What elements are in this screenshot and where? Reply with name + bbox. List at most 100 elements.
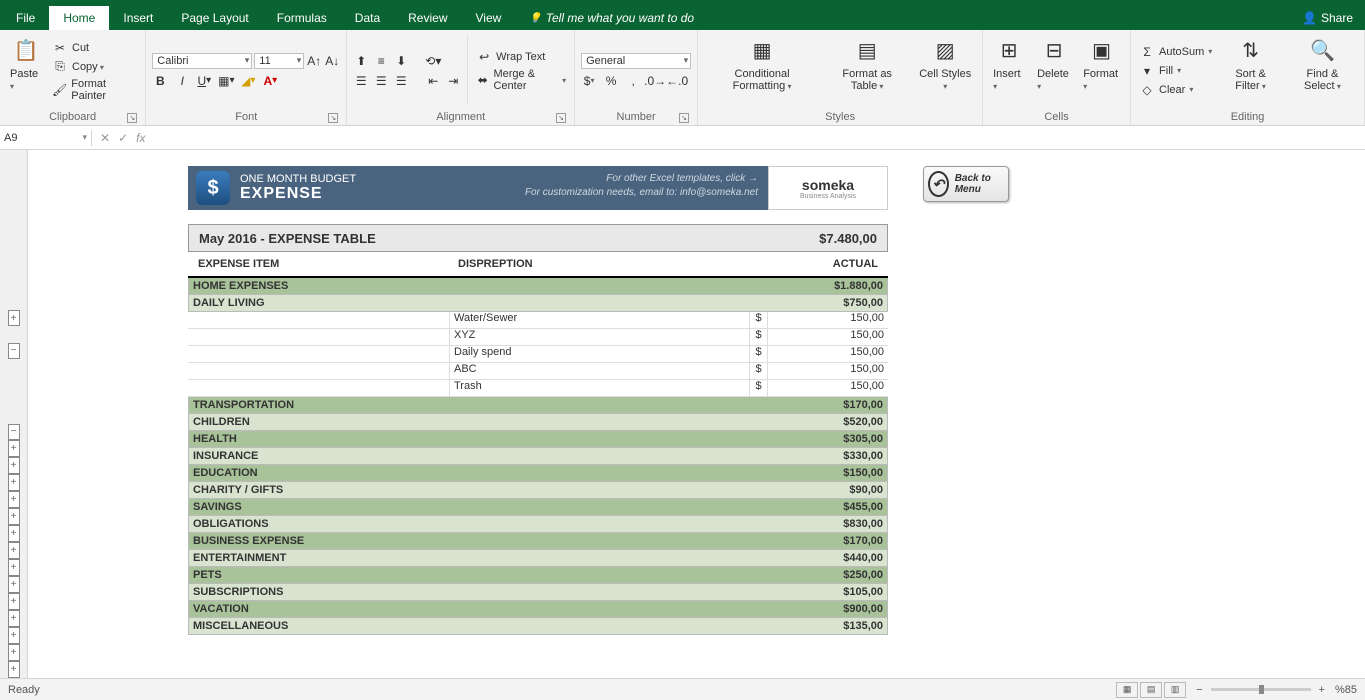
insert-cells-button[interactable]: ⊞Insert: [989, 32, 1029, 109]
normal-view-button[interactable]: ▦: [1116, 682, 1138, 698]
cut-button[interactable]: ✂Cut: [50, 39, 139, 57]
number-dialog-launcher[interactable]: ↘: [679, 113, 689, 123]
align-bottom-icon[interactable]: ⬇: [393, 53, 409, 69]
outline-expand-button[interactable]: +: [8, 576, 20, 593]
outline-expand-button[interactable]: +: [8, 661, 20, 678]
format-cells-button[interactable]: ▣Format: [1079, 32, 1124, 109]
category-row[interactable]: MISCELLANEOUS$135,00: [188, 618, 888, 635]
back-to-menu-button[interactable]: ↶ Back to Menu: [923, 166, 1009, 202]
sort-filter-button[interactable]: ⇅Sort & Filter: [1218, 32, 1283, 109]
copy-button[interactable]: ⎘Copy: [50, 58, 139, 76]
paste-button[interactable]: 📋Paste: [6, 32, 46, 109]
fill-button[interactable]: ▾Fill: [1137, 62, 1214, 80]
outline-expand-button[interactable]: +: [8, 474, 20, 491]
find-select-button[interactable]: 🔍Find & Select: [1287, 32, 1358, 109]
category-row[interactable]: PETS$250,00: [188, 567, 888, 584]
clipboard-dialog-launcher[interactable]: ↘: [127, 113, 137, 123]
clear-button[interactable]: ◇Clear: [1137, 81, 1214, 99]
category-row[interactable]: TRANSPORTATION$170,00: [188, 397, 888, 414]
outline-expand-button[interactable]: +: [8, 440, 20, 457]
tab-insert[interactable]: Insert: [109, 6, 167, 30]
decrease-font-icon[interactable]: A↓: [324, 53, 340, 69]
detail-row[interactable]: Daily spend$150,00: [188, 346, 888, 363]
category-row[interactable]: ENTERTAINMENT$440,00: [188, 550, 888, 567]
page-break-view-button[interactable]: ▥: [1164, 682, 1186, 698]
percent-format-button[interactable]: %: [603, 73, 619, 89]
name-box[interactable]: A9▾: [0, 130, 92, 146]
accounting-format-button[interactable]: $: [581, 73, 597, 89]
align-right-icon[interactable]: ☰: [393, 73, 409, 89]
merge-center-button[interactable]: ⬌Merge & Center: [474, 67, 568, 93]
format-as-table-button[interactable]: ▤Format as Table: [824, 32, 910, 109]
zoom-in-button[interactable]: +: [1319, 684, 1325, 696]
fx-icon[interactable]: fx: [136, 131, 145, 145]
category-row[interactable]: HOME EXPENSES$1.880,00: [188, 278, 888, 295]
font-dialog-launcher[interactable]: ↘: [328, 113, 338, 123]
detail-row[interactable]: Trash$150,00: [188, 380, 888, 397]
share-button[interactable]: 👤Share: [1290, 6, 1365, 30]
category-row[interactable]: DAILY LIVING$750,00: [188, 295, 888, 312]
category-row[interactable]: CHARITY / GIFTS$90,00: [188, 482, 888, 499]
category-row[interactable]: HEALTH$305,00: [188, 431, 888, 448]
decrease-indent-icon[interactable]: ⇤: [425, 73, 441, 89]
increase-font-icon[interactable]: A↑: [306, 53, 322, 69]
alignment-dialog-launcher[interactable]: ↘: [556, 113, 566, 123]
outline-expand-button[interactable]: +: [8, 491, 20, 508]
tab-home[interactable]: Home: [49, 6, 109, 30]
bold-button[interactable]: B: [152, 73, 168, 89]
outline-expand-button[interactable]: +: [8, 542, 20, 559]
increase-decimal-button[interactable]: .0→: [647, 73, 663, 89]
increase-indent-icon[interactable]: ⇥: [445, 73, 461, 89]
outline-collapse-button[interactable]: −: [8, 343, 20, 359]
number-format-combo[interactable]: General: [581, 53, 691, 69]
italic-button[interactable]: I: [174, 73, 190, 89]
delete-cells-button[interactable]: ⊟Delete: [1033, 32, 1075, 109]
tab-view[interactable]: View: [462, 6, 516, 30]
outline-expand-button[interactable]: +: [8, 593, 20, 610]
detail-row[interactable]: ABC$150,00: [188, 363, 888, 380]
detail-row[interactable]: XYZ$150,00: [188, 329, 888, 346]
category-row[interactable]: VACATION$900,00: [188, 601, 888, 618]
conditional-formatting-button[interactable]: ▦Conditional Formatting: [704, 32, 820, 109]
outline-expand-button[interactable]: +: [8, 627, 20, 644]
cell-styles-button[interactable]: ▨Cell Styles: [914, 32, 976, 109]
category-row[interactable]: CHILDREN$520,00: [188, 414, 888, 431]
tell-me-search[interactable]: Tell me what you want to do: [515, 6, 708, 30]
outline-expand-button[interactable]: +: [8, 508, 20, 525]
font-color-button[interactable]: A▾: [262, 73, 278, 89]
outline-expand-button[interactable]: +: [8, 644, 20, 661]
zoom-slider[interactable]: [1211, 688, 1311, 691]
formula-input[interactable]: [153, 128, 1365, 147]
border-button[interactable]: ▦▾: [218, 73, 234, 89]
tab-data[interactable]: Data: [341, 6, 394, 30]
fill-color-button[interactable]: ◢▾: [240, 73, 256, 89]
format-painter-button[interactable]: 🖌Format Painter: [50, 77, 139, 103]
tab-review[interactable]: Review: [394, 6, 461, 30]
category-row[interactable]: SAVINGS$455,00: [188, 499, 888, 516]
category-row[interactable]: EDUCATION$150,00: [188, 465, 888, 482]
detail-row[interactable]: Water/Sewer$150,00: [188, 312, 888, 329]
worksheet-canvas[interactable]: $ ONE MONTH BUDGET EXPENSE For other Exc…: [28, 150, 1365, 678]
autosum-button[interactable]: ΣAutoSum: [1137, 43, 1214, 61]
outline-expand-button[interactable]: +: [8, 610, 20, 627]
wrap-text-button[interactable]: ↩Wrap Text: [474, 48, 568, 66]
outline-collapse-button[interactable]: −: [8, 424, 20, 440]
decrease-decimal-button[interactable]: ←.0: [669, 73, 685, 89]
cancel-formula-icon[interactable]: ✕: [100, 131, 110, 145]
align-left-icon[interactable]: ☰: [353, 73, 369, 89]
zoom-out-button[interactable]: −: [1196, 684, 1202, 696]
orientation-icon[interactable]: ⟲▾: [425, 53, 441, 69]
font-size-combo[interactable]: 11: [254, 53, 304, 69]
outline-expand-button[interactable]: +: [8, 310, 20, 326]
tab-formulas[interactable]: Formulas: [263, 6, 341, 30]
category-row[interactable]: OBLIGATIONS$830,00: [188, 516, 888, 533]
category-row[interactable]: BUSINESS EXPENSE$170,00: [188, 533, 888, 550]
align-middle-icon[interactable]: ≡: [373, 53, 389, 69]
outline-expand-button[interactable]: +: [8, 525, 20, 542]
align-center-icon[interactable]: ☰: [373, 73, 389, 89]
enter-formula-icon[interactable]: ✓: [118, 131, 128, 145]
tab-file[interactable]: File: [2, 6, 49, 30]
outline-expand-button[interactable]: +: [8, 457, 20, 474]
underline-button[interactable]: U▾: [196, 73, 212, 89]
outline-expand-button[interactable]: +: [8, 559, 20, 576]
